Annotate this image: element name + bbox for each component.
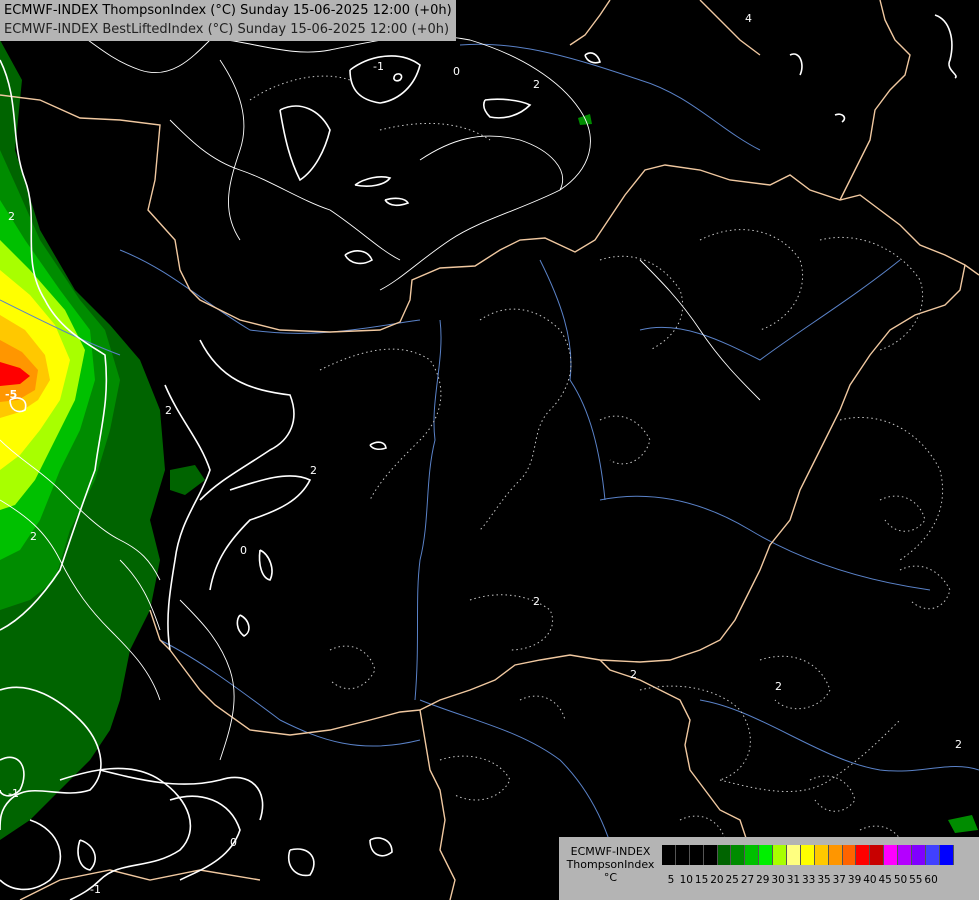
legend-swatch bbox=[773, 845, 788, 865]
legend-tick-label: 5 bbox=[667, 874, 675, 886]
contour-label: 2 bbox=[8, 210, 15, 223]
legend-swatch bbox=[662, 845, 676, 865]
legend-tick-label: 15 bbox=[694, 874, 709, 886]
contour-label: 2 bbox=[310, 464, 317, 477]
legend-swatch bbox=[912, 845, 926, 865]
index-shading bbox=[0, 40, 978, 840]
contour-label: -1 bbox=[8, 787, 19, 800]
legend-tick-label: 20 bbox=[710, 874, 724, 886]
contour-label: 4 bbox=[745, 12, 752, 25]
legend-tick-label: 55 bbox=[909, 874, 923, 886]
contour-label: 0 bbox=[453, 65, 460, 78]
legend-swatch bbox=[745, 845, 760, 865]
forecast-map: 0 -1 2 2 2 0 2 2 2 2 -5 2 -1 0 -1 2 4 bbox=[0, 0, 979, 900]
legend-swatch bbox=[939, 845, 954, 865]
weather-map-viewer: 0 -1 2 2 2 0 2 2 2 2 -5 2 -1 0 -1 2 4 EC… bbox=[0, 0, 979, 900]
legend-tick-label: 50 bbox=[893, 874, 908, 886]
contour-label: -1 bbox=[90, 883, 101, 896]
legend-unit: °C bbox=[603, 871, 618, 884]
legend-swatch bbox=[759, 845, 774, 865]
legend-tick-label: 25 bbox=[725, 874, 739, 886]
legend-tick-label: 39 bbox=[847, 874, 862, 886]
contour-label: 2 bbox=[30, 530, 37, 543]
contour-label: 2 bbox=[165, 404, 172, 417]
legend-tick-label: 33 bbox=[802, 874, 816, 886]
contour-label: 2 bbox=[533, 78, 540, 91]
contour-label: -1 bbox=[373, 60, 384, 73]
legend-swatch bbox=[675, 845, 690, 865]
legend-tick-label: 27 bbox=[740, 874, 755, 886]
title-best-lifted-index: ECMWF-INDEX BestLiftedIndex (°C) Sunday … bbox=[4, 22, 450, 37]
legend-swatch bbox=[703, 845, 718, 865]
legend-swatches bbox=[662, 845, 954, 865]
legend-tick-label: 29 bbox=[756, 874, 770, 886]
legend-swatch bbox=[870, 845, 885, 865]
contour-label: 0 bbox=[230, 836, 237, 849]
legend-tick-label: 37 bbox=[832, 874, 846, 886]
legend-swatch bbox=[856, 845, 871, 865]
legend-model: ECMWF-INDEX bbox=[570, 845, 651, 858]
contour-label: 2 bbox=[955, 738, 962, 751]
contour-lines-dotted bbox=[249, 75, 951, 862]
legend-swatch bbox=[717, 845, 732, 865]
legend-tick-label: 35 bbox=[817, 874, 831, 886]
map-title-box: ECMWF-INDEX ThompsonIndex (°C) Sunday 15… bbox=[0, 0, 456, 41]
legend-tick-label: 30 bbox=[771, 874, 785, 886]
legend-swatch bbox=[898, 845, 913, 865]
legend-swatch bbox=[689, 845, 704, 865]
legend-swatch bbox=[842, 845, 857, 865]
legend-tick-label: 31 bbox=[786, 874, 801, 886]
contour-label: 2 bbox=[630, 668, 637, 681]
legend-swatch bbox=[828, 845, 843, 865]
legend-tick-label: 10 bbox=[679, 874, 693, 886]
contour-label: 2 bbox=[775, 680, 782, 693]
legend-tick-label: 40 bbox=[863, 874, 877, 886]
legend-swatch bbox=[731, 845, 746, 865]
legend-parameter: ThompsonIndex bbox=[566, 858, 655, 871]
legend-swatch bbox=[787, 845, 801, 865]
color-legend: ECMWF-INDEX ThompsonIndex °C 5 10 15 20 25 27… bbox=[559, 837, 979, 900]
contour-label: 0 bbox=[240, 544, 247, 557]
contour-label: 2 bbox=[533, 595, 540, 608]
legend-caption: ECMWF-INDEX ThompsonIndex °C bbox=[563, 845, 658, 884]
title-thompson-index: ECMWF-INDEX ThompsonIndex (°C) Sunday 15… bbox=[4, 3, 452, 18]
legend-swatch bbox=[814, 845, 829, 865]
legend-swatch bbox=[925, 845, 940, 865]
shade-green-patch-east bbox=[948, 815, 978, 833]
legend-tick-label: 60 bbox=[924, 874, 938, 886]
shade-green-patch bbox=[170, 465, 205, 495]
contour-label: -5 bbox=[5, 388, 17, 401]
legend-swatch bbox=[800, 845, 815, 865]
legend-swatch bbox=[884, 845, 899, 865]
legend-tick-label: 45 bbox=[878, 874, 892, 886]
